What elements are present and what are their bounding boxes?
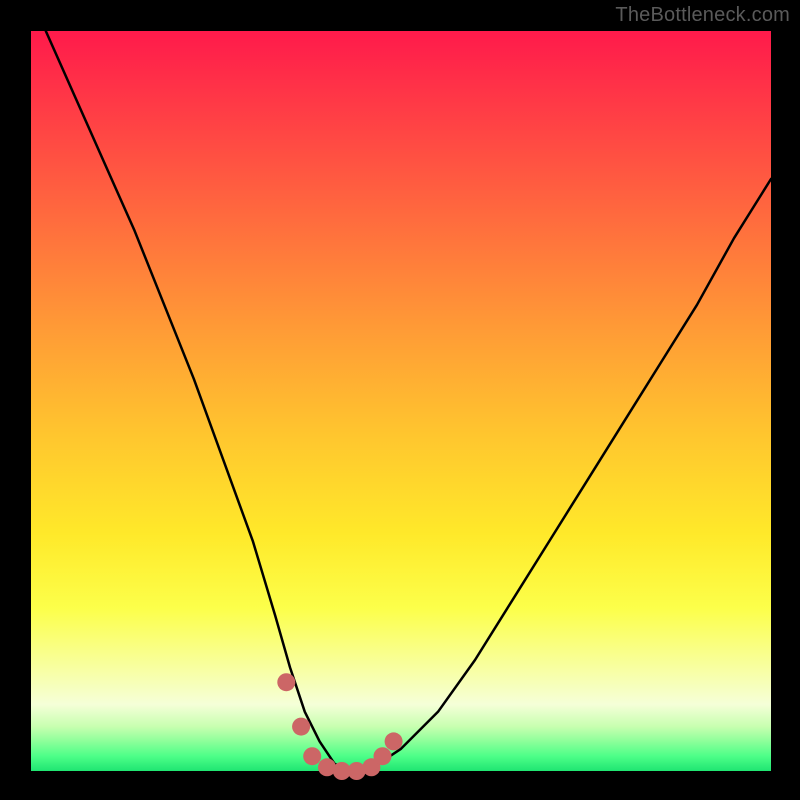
valley-marker [385, 732, 403, 750]
valley-marker [374, 747, 392, 765]
valley-marker [292, 718, 310, 736]
chart-svg [31, 31, 771, 771]
watermark-text: TheBottleneck.com [615, 4, 790, 27]
chart-frame: TheBottleneck.com [0, 0, 800, 800]
plot-area [31, 31, 771, 771]
valley-marker [277, 673, 295, 691]
bottleneck-curve [46, 31, 771, 771]
valley-marker [303, 747, 321, 765]
